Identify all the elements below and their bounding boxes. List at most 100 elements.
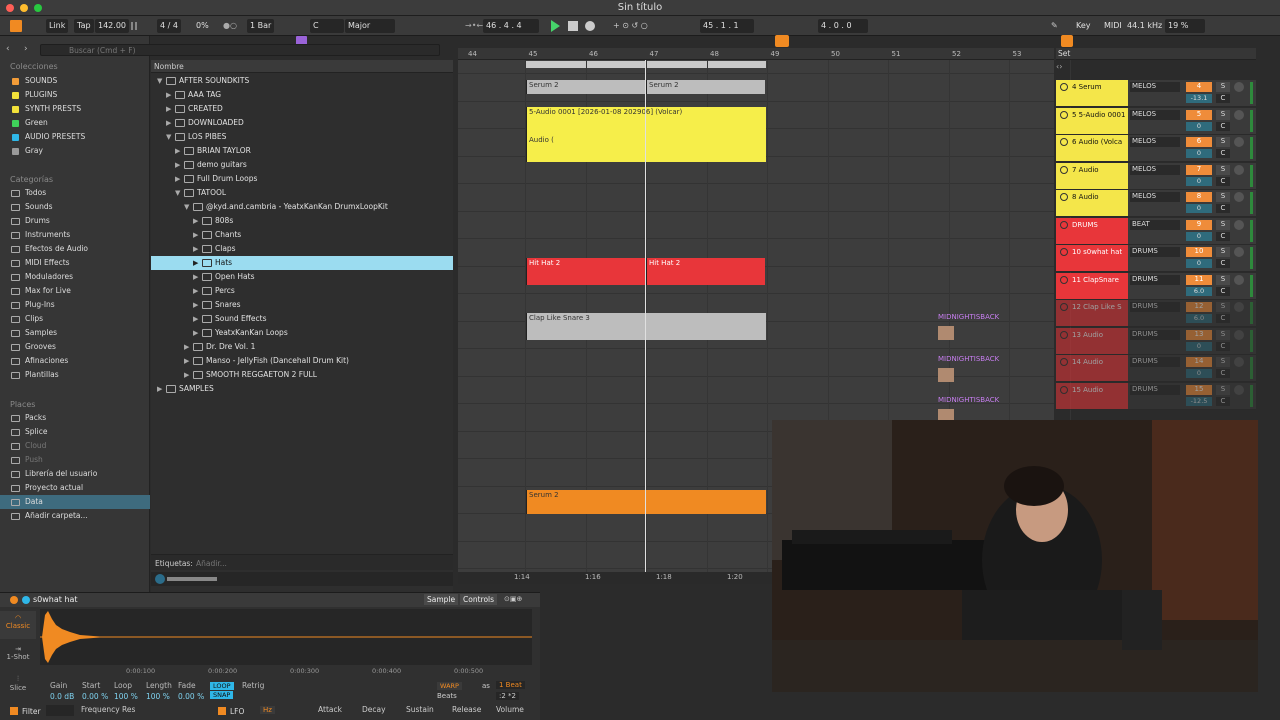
track-fold-icon[interactable] [1060, 385, 1068, 394]
track-solo-button[interactable]: S [1216, 219, 1230, 230]
slice-mode-button[interactable]: ⫶ Slice [0, 673, 36, 699]
warp-ratio-field[interactable]: :2 *2 [496, 692, 519, 700]
sample-waveform[interactable] [40, 609, 532, 665]
place-item-0[interactable]: Packs [0, 411, 150, 425]
track-number-button[interactable]: 11 [1186, 274, 1212, 285]
category-item-0[interactable]: Todos [0, 186, 150, 200]
track-solo-button[interactable]: S [1216, 137, 1230, 147]
place-item-4[interactable]: Librería del usuario [0, 467, 150, 481]
track-fold-icon[interactable] [1060, 358, 1068, 366]
track-name[interactable]: 14 Audio [1056, 355, 1128, 381]
track-arm-icon[interactable] [1234, 357, 1244, 367]
track-name[interactable]: 4 Serum [1056, 80, 1128, 106]
browser-row[interactable]: ▶ Open Hats [151, 270, 453, 284]
expand-triangle-icon[interactable]: ▶ [193, 312, 198, 326]
track-fold-icon[interactable] [1060, 193, 1068, 201]
track-number-button[interactable]: 6 [1186, 137, 1212, 147]
browser-row[interactable]: ▶ SMOOTH REGGAETON 2 FULL [151, 368, 453, 382]
play-icon[interactable] [551, 20, 560, 32]
category-item-12[interactable]: Afinaciones [0, 354, 150, 368]
sample-tab[interactable]: Sample [424, 594, 459, 605]
track-solo-button[interactable]: S [1216, 82, 1230, 92]
track-volume-field[interactable]: 6.0 [1186, 314, 1212, 323]
loop-length-field[interactable]: 4 . 0 . 0 [818, 19, 868, 33]
browser-row[interactable]: ▼ TATOOL [151, 186, 453, 200]
tap-tempo-button[interactable]: Tap [74, 19, 94, 33]
browser-row[interactable]: ▶ Chants [151, 228, 453, 242]
track-solo-button[interactable]: S [1216, 247, 1230, 257]
track-number-button[interactable]: 10 [1186, 247, 1212, 257]
beats-dropdown[interactable]: Beats [437, 692, 457, 700]
track-arm-icon[interactable] [1234, 192, 1244, 202]
browser-row[interactable]: ▶ AAA TAG [151, 88, 453, 102]
track-number-button[interactable]: 15 [1186, 384, 1212, 395]
category-item-3[interactable]: Instruments [0, 228, 150, 242]
collection-item-green[interactable]: Green [0, 116, 150, 130]
collapse-triangle-icon[interactable]: ▼ [175, 186, 180, 200]
track-arm-icon[interactable] [1234, 302, 1244, 312]
expand-triangle-icon[interactable]: ▶ [157, 382, 162, 396]
loop-toggle-icon[interactable] [775, 35, 789, 47]
time-signature-field[interactable]: 4 / 4 [157, 19, 181, 33]
track-solo-button[interactable]: S [1216, 357, 1230, 367]
nudge-icon[interactable]: ‖‖ [127, 19, 141, 33]
track-name[interactable]: 11 ClapSnare [1056, 272, 1128, 299]
collection-item-gray[interactable]: Gray [0, 144, 150, 158]
track-header[interactable]: 11 ClapSnare DRUMS 11 6.0 S C [1056, 272, 1256, 300]
browser-row[interactable]: ▶ Dr. Dre Vol. 1 [151, 340, 453, 354]
tags-add-field[interactable]: Añadir... [196, 559, 227, 568]
category-item-11[interactable]: Grooves [0, 340, 150, 354]
expand-triangle-icon[interactable]: ▶ [184, 354, 189, 368]
track-arm-icon[interactable] [1234, 109, 1244, 120]
track-header[interactable]: 12 Clap Like S DRUMS 12 6.0 S C [1056, 300, 1256, 327]
track-arm-icon[interactable] [1234, 329, 1244, 340]
track-pan-field[interactable]: C [1216, 121, 1230, 131]
collapse-triangle-icon[interactable]: ▼ [157, 74, 162, 88]
track-volume-field[interactable]: -13.1 [1186, 94, 1212, 103]
expand-triangle-icon[interactable]: ▶ [184, 368, 189, 382]
track-name[interactable]: 10 s0what hat [1056, 245, 1128, 271]
browser-row[interactable]: ▼ AFTER SOUNDKITS [151, 74, 453, 88]
browser-row[interactable]: ▶ Hats [151, 256, 453, 270]
bar-ruler[interactable] [458, 48, 1054, 60]
category-item-10[interactable]: Samples [0, 326, 150, 340]
param-value[interactable]: 100 % [114, 692, 138, 701]
browser-row[interactable]: ▶ 808s [151, 214, 453, 228]
track-pan-field[interactable]: C [1216, 396, 1230, 406]
key-map-icon[interactable] [1061, 35, 1073, 47]
expand-triangle-icon[interactable]: ▶ [193, 214, 198, 228]
nav-arrows-icon[interactable]: ‹› [1056, 62, 1072, 72]
param-value[interactable]: 0.0 dB [50, 692, 74, 701]
place-item-3[interactable]: Push [0, 453, 150, 467]
track-volume-field[interactable]: 0 [1186, 149, 1212, 158]
track-arm-icon[interactable] [1234, 219, 1244, 230]
filter-toggle-icon[interactable] [10, 707, 18, 715]
loop-button[interactable]: LOOP [210, 682, 234, 690]
expand-triangle-icon[interactable]: ▶ [193, 326, 198, 340]
filter-type-dropdown[interactable] [46, 705, 74, 716]
param-value[interactable]: 0.00 % [178, 692, 204, 701]
device-preview-icon[interactable] [22, 596, 30, 604]
place-item-2[interactable]: Cloud [0, 439, 150, 453]
track-group-dropdown[interactable]: MELOS [1130, 109, 1180, 120]
category-item-1[interactable]: Sounds [0, 200, 150, 214]
track-arm-icon[interactable] [1234, 82, 1244, 92]
track-fold-icon[interactable] [1060, 110, 1068, 119]
track-number-button[interactable]: 4 [1186, 82, 1212, 92]
track-number-button[interactable]: 8 [1186, 192, 1212, 202]
track-name[interactable]: 12 Clap Like S [1056, 300, 1128, 326]
track-volume-field[interactable]: 0 [1186, 259, 1212, 268]
collection-item-sounds[interactable]: SOUNDS [0, 74, 150, 88]
track-group-dropdown[interactable]: BEAT [1130, 219, 1180, 230]
warp-button[interactable]: WARP [437, 682, 462, 690]
device-options-icons[interactable]: ⊙▣⊕ [504, 595, 534, 605]
track-name[interactable]: 5 5-Audio 0001 [1056, 107, 1128, 134]
track-volume-field[interactable]: 0 [1186, 369, 1212, 378]
track-volume-field[interactable]: 0 [1186, 121, 1212, 131]
expand-triangle-icon[interactable]: ▶ [193, 242, 198, 256]
expand-triangle-icon[interactable]: ▶ [193, 256, 198, 270]
category-item-5[interactable]: MIDI Effects [0, 256, 150, 270]
track-fold-icon[interactable] [1060, 330, 1068, 339]
set-button[interactable]: Set [1058, 49, 1070, 58]
expand-triangle-icon[interactable]: ▶ [193, 298, 198, 312]
